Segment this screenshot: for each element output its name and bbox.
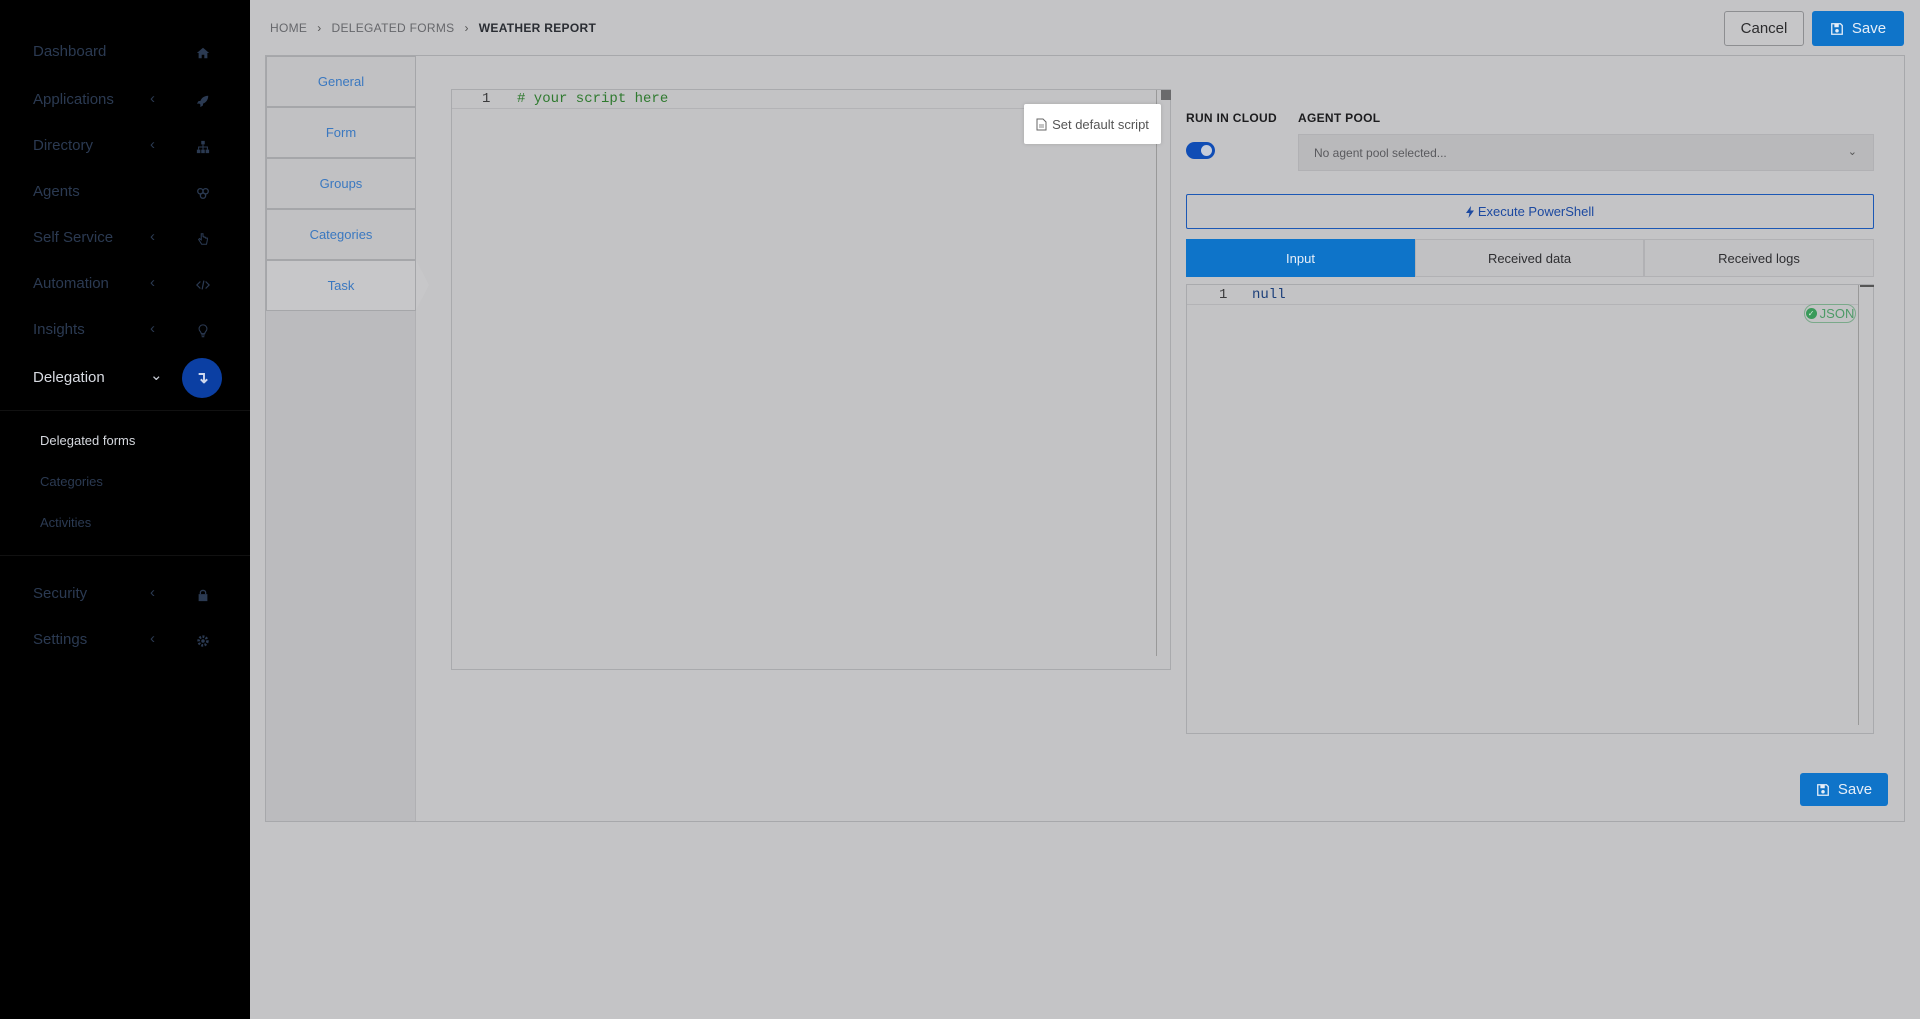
chevron-down-icon: ⌄ [1847, 146, 1857, 158]
toggle-knob [1201, 145, 1212, 156]
sidebar-item-label: Automation [33, 275, 109, 292]
chevron-down-icon: ⌄ [150, 367, 163, 384]
sidebar-item-label: Self Service [33, 229, 114, 246]
check-circle-icon: ✓ [1805, 308, 1817, 319]
editor-scroll-thumb[interactable] [1860, 285, 1874, 287]
delegation-icon: ↴ [182, 358, 222, 398]
floppy-disk-icon [1830, 22, 1843, 35]
bolt-icon [1465, 205, 1474, 218]
tab-input[interactable]: Input [1186, 239, 1415, 277]
sidebar-item-label: Directory [33, 137, 94, 154]
save-button-label: Save [1851, 20, 1887, 37]
agent-pool-label: AGENT POOL [1298, 111, 1381, 125]
execute-powershell-label: Execute PowerShell [1477, 204, 1595, 219]
sidebar-item-delegation[interactable]: Delegation ⌄ ↴ [0, 358, 250, 398]
chevron-right-icon: › [464, 21, 469, 35]
sidebar-subitem-delegated-forms[interactable]: Delegated forms [40, 433, 135, 448]
active-tab-arrow [416, 260, 429, 310]
sidebar-item-applications[interactable]: Applications ‹ [0, 82, 250, 122]
sidebar-item-agents[interactable]: Agents [0, 174, 250, 214]
tab-categories[interactable]: Categories [266, 209, 416, 260]
sidebar-item-label: Insights [33, 321, 85, 338]
chevron-left-icon: ‹ [150, 228, 155, 245]
floppy-disk-icon [1816, 783, 1829, 796]
breadcrumb: HOME › DELEGATED FORMS › WEATHER REPORT [270, 21, 596, 35]
sidebar-item-insights[interactable]: Insights ‹ [0, 312, 250, 352]
chevron-left-icon: ‹ [150, 584, 155, 601]
sidebar-item-directory[interactable]: Directory ‹ [0, 128, 250, 168]
sidebar-item-label: Delegation [33, 369, 105, 386]
hand-pointer-icon [192, 228, 214, 250]
code-line: null [1252, 287, 1286, 303]
chevron-left-icon: ‹ [150, 90, 155, 107]
sidebar-item-label: Security [33, 585, 88, 602]
set-default-script-button[interactable]: Set default script [1024, 104, 1161, 144]
tab-general[interactable]: General [266, 56, 416, 107]
json-valid-badge: ✓ JSON [1804, 304, 1856, 323]
json-input-editor[interactable]: 1 null [1186, 284, 1874, 734]
editor-scroll-thumb[interactable] [1161, 90, 1171, 100]
set-default-script-label: Set default script [1052, 116, 1149, 132]
tab-received-logs[interactable]: Received logs [1644, 239, 1874, 277]
chevron-left-icon: ‹ [150, 630, 155, 647]
tab-task[interactable]: Task [266, 260, 416, 311]
sidebar-item-label: Agents [33, 183, 80, 200]
sidebar-item-label: Settings [33, 631, 88, 648]
bottom-save-button[interactable]: Save [1800, 773, 1888, 806]
sidebar-item-self-service[interactable]: Self Service ‹ [0, 220, 250, 260]
script-editor[interactable]: 1 # your script here [451, 89, 1171, 670]
sidebar-item-settings[interactable]: Settings ‹ [0, 622, 250, 662]
sidebar-item-label: Applications [33, 91, 114, 108]
code-icon [192, 274, 214, 296]
file-icon [1036, 118, 1047, 130]
tab-groups[interactable]: Groups [266, 158, 416, 209]
tab-received-data[interactable]: Received data [1415, 239, 1644, 277]
sitemap-icon [192, 136, 214, 158]
home-icon [192, 42, 214, 64]
sidebar-subitem-categories[interactable]: Categories [40, 474, 103, 489]
code-line: # your script here [517, 91, 669, 107]
agent-pool-select[interactable]: No agent pool selected... ⌄ [1298, 134, 1874, 171]
lock-icon [192, 584, 214, 606]
save-button-label: Save [1837, 781, 1873, 798]
save-button[interactable]: Save [1812, 11, 1904, 46]
sidebar: Dashboard Applications ‹ Directory ‹ Age… [0, 0, 250, 1019]
cancel-button[interactable]: Cancel [1724, 11, 1804, 46]
lightbulb-icon [192, 320, 214, 342]
chevron-left-icon: ‹ [150, 320, 155, 337]
rocket-icon [192, 90, 214, 112]
json-badge-label: JSON [1819, 306, 1855, 321]
editor-scrollbar[interactable] [1858, 285, 1859, 725]
chevron-left-icon: ‹ [150, 274, 155, 291]
gear-icon [192, 630, 214, 652]
sidebar-subitem-activities[interactable]: Activities [40, 515, 91, 530]
sidebar-item-dashboard[interactable]: Dashboard [0, 34, 250, 74]
agents-icon [192, 182, 214, 204]
breadcrumb-home[interactable]: HOME [270, 21, 307, 35]
run-in-cloud-toggle[interactable] [1186, 142, 1215, 159]
run-in-cloud-label: RUN IN CLOUD [1186, 111, 1277, 125]
sidebar-item-label: Dashboard [33, 43, 107, 60]
current-line [1187, 285, 1859, 305]
chevron-left-icon: ‹ [150, 136, 155, 153]
form-tabs: General Form Groups Categories Task [266, 56, 429, 821]
breadcrumb-delegated-forms[interactable]: DELEGATED FORMS [332, 21, 455, 35]
line-number: 1 [1219, 287, 1228, 303]
line-number: 1 [482, 91, 491, 107]
chevron-right-icon: › [317, 21, 322, 35]
sidebar-item-security[interactable]: Security ‹ [0, 576, 250, 616]
editor-scrollbar[interactable] [1156, 90, 1157, 656]
agent-pool-placeholder: No agent pool selected... [1314, 146, 1447, 160]
divider [0, 410, 250, 411]
tab-form[interactable]: Form [266, 107, 416, 158]
divider [0, 555, 250, 556]
breadcrumb-current: WEATHER REPORT [478, 21, 597, 35]
execute-powershell-button[interactable]: Execute PowerShell [1186, 194, 1874, 229]
sidebar-item-automation[interactable]: Automation ‹ [0, 266, 250, 306]
